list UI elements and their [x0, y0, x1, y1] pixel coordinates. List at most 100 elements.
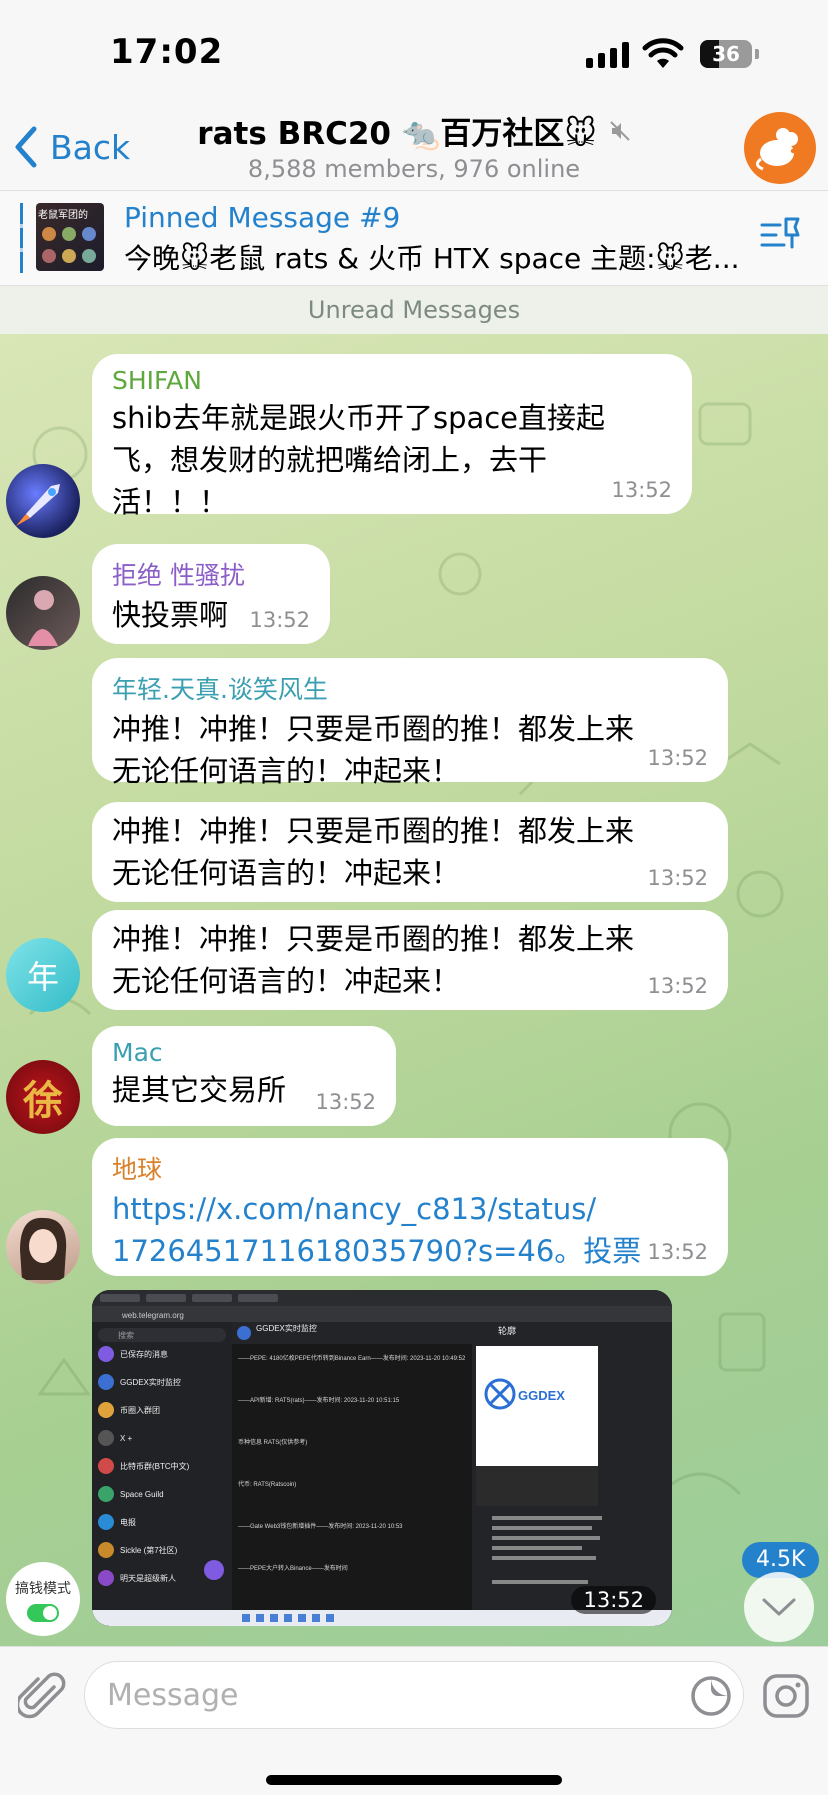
message-time: 13:52: [249, 608, 310, 632]
screenshot-chat-avatar: [98, 1374, 114, 1390]
browser-url: web.telegram.org: [121, 1311, 184, 1320]
screenshot-chat-name: 电报: [120, 1517, 136, 1527]
message-list[interactable]: SHIFAN shib去年就是跟火币开了space直接起 飞，想发财的就把嘴给闭上…: [0, 334, 828, 1646]
back-chevron-icon: [15, 126, 37, 168]
screenshot-message-line: ——PEPE: 4180亿枚PEPE代币转到Binance Earn——发布时间…: [238, 1354, 466, 1362]
photo-message[interactable]: web.telegram.org 搜索 已保存的消息 GGDEX实时监控 币圈入群团…: [92, 1290, 672, 1626]
screenshot-chat-name: 明天是超级新人: [120, 1573, 176, 1583]
screenshot-chat-avatar: [98, 1430, 114, 1446]
screenshot-message-line: ——Gate Web3钱包新增插件——发布时间: 2023-11-20 10:5…: [238, 1522, 403, 1530]
scroll-to-bottom-button[interactable]: [744, 1572, 814, 1642]
pinned-list-icon[interactable]: [758, 213, 802, 257]
screenshot-message-line: 代币: RATS(Ratscoin): [238, 1480, 296, 1488]
person-avatar-icon: [20, 1217, 67, 1280]
screenshot-chat-name: X +: [120, 1434, 133, 1443]
battery-icon: 36: [700, 40, 752, 68]
chat-header: Back rats BRC20 🐀百万社区🐭 8,588 members, 97…: [0, 104, 828, 190]
money-mode-switch[interactable]: [27, 1604, 59, 1622]
avatar-initial: 徐: [23, 1078, 63, 1124]
attach-icon[interactable]: [18, 1671, 66, 1723]
message-link[interactable]: https://x.com/nancy_c813/status/17264517…: [112, 1188, 708, 1272]
screenshot-chat-name: Space Guild: [120, 1490, 164, 1499]
pinned-thumb-text: 老鼠军团的: [38, 210, 88, 221]
message-time: 13:52: [647, 746, 708, 770]
pinned-text: 今晚🐭老鼠 rats & 火币 HTX space 主题:🐭老...: [124, 242, 740, 275]
sticker-icon[interactable]: [690, 1675, 732, 1717]
message-bubble[interactable]: Mac 提其它交易所 13:52: [92, 1026, 396, 1126]
pinned-indicator: [20, 203, 23, 273]
pinned-thumbnail: 老鼠军团的: [36, 203, 104, 271]
pinned-message-bar[interactable]: 老鼠军团的 Pinned Message #9 今晚🐭老鼠 rats & 火币 …: [0, 190, 828, 286]
message-bubble[interactable]: 拒绝 性骚扰 快投票啊 13:52: [92, 544, 330, 644]
chat-title: rats BRC20 🐀百万社区🐭: [197, 116, 597, 152]
sender-name: 拒绝 性骚扰: [112, 561, 245, 590]
avatar[interactable]: 徐: [6, 1060, 80, 1134]
screenshot-chat-avatar: [98, 1514, 114, 1530]
message-time: 13:52: [647, 974, 708, 998]
message-bubble[interactable]: 冲推！冲推！只要是币圈的推！都发上来 无论任何语言的！冲起来！ 13:52: [92, 802, 728, 902]
screenshot-chat-name: GGDEX实时监控: [120, 1377, 181, 1387]
person-avatar-icon: [28, 590, 58, 646]
screenshot-panel-title: 轮廓: [498, 1325, 516, 1336]
screenshot-chat-avatar: [98, 1570, 114, 1586]
screenshot-message-line: 币种信息 RATS(仅供参考): [238, 1438, 307, 1446]
battery-level: 36: [712, 42, 740, 66]
screenshot-chat-name: 币圈入群团: [120, 1405, 160, 1415]
screenshot-channel-title: GGDEX实时监控: [256, 1323, 317, 1333]
avatar[interactable]: [6, 464, 80, 538]
sender-name: 年轻.天真.谈笑风生: [112, 675, 328, 704]
message-bubble[interactable]: 冲推！冲推！只要是币圈的推！都发上来 无论任何语言的！冲起来！ 13:52: [92, 910, 728, 1010]
message-bubble[interactable]: 地球 https://x.com/nancy_c813/status/17264…: [92, 1138, 728, 1276]
ggdex-brand: GGDEX: [518, 1388, 565, 1403]
sender-name: 地球: [112, 1155, 163, 1184]
telegram-web-screenshot: web.telegram.org 搜索 已保存的消息 GGDEX实时监控币圈入群团…: [92, 1290, 672, 1626]
back-button[interactable]: Back: [14, 122, 130, 172]
message-time: 13:52: [647, 1240, 708, 1264]
message-time: 13:52: [315, 1090, 376, 1114]
chat-title-area[interactable]: rats BRC20 🐀百万社区🐭 8,588 members, 976 onl…: [160, 108, 668, 183]
screenshot-message-line: ——API新增: RATS(rats)——发布时间: 2023-11-20 10…: [238, 1396, 400, 1404]
sender-name: Mac: [112, 1038, 163, 1067]
screenshot-chat-avatar: [98, 1542, 114, 1558]
message-bubble[interactable]: SHIFAN shib去年就是跟火币开了space直接起 飞，想发财的就把嘴给闭上…: [92, 354, 692, 519]
screenshot-chat-name: Sickle (第7社区): [120, 1545, 178, 1555]
camera-icon[interactable]: [762, 1673, 810, 1719]
message-text: 冲推！冲推！只要是币圈的推！都发上来 无论任何语言的！冲起来！: [112, 814, 635, 890]
avatar[interactable]: [6, 1210, 80, 1284]
home-indicator: [266, 1775, 562, 1785]
screenshot-chat-avatar: [98, 1346, 114, 1362]
message-time: 13:52: [647, 866, 708, 890]
screenshot-chat-avatar: [98, 1486, 114, 1502]
screenshot-chat-name: 已保存的消息: [120, 1349, 168, 1359]
message-bubble[interactable]: 年轻.天真.谈笑风生 冲推！冲推！只要是币圈的推！都发上来 无论任何语言的！冲起来…: [92, 658, 728, 788]
rat-logo-icon: [756, 128, 798, 171]
message-input[interactable]: [84, 1661, 744, 1729]
group-avatar[interactable]: [744, 112, 816, 184]
avatar-initial: 年: [26, 958, 59, 996]
composer-bar: [0, 1646, 828, 1795]
status-bar: 17:02 36: [0, 0, 828, 104]
rocket-avatar-icon: [16, 484, 60, 526]
message-text: 冲推！冲推！只要是币圈的推！都发上来 无论任何语言的！冲起来！: [112, 712, 635, 788]
message-time: 13:52: [571, 1586, 656, 1614]
screenshot-chat-name: 比特币群(BTC中文): [120, 1461, 190, 1471]
pinned-label: Pinned Message #9: [124, 201, 401, 234]
screenshot-chat-avatar: [98, 1458, 114, 1474]
unread-divider: Unread Messages: [0, 286, 828, 334]
mute-icon: [609, 120, 630, 141]
chevron-down-icon: [762, 1598, 796, 1616]
cellular-signal-icon: [586, 42, 630, 68]
screenshot-chat-avatar: [98, 1402, 114, 1418]
money-mode-toggle[interactable]: 搞钱模式: [6, 1562, 80, 1636]
back-label: Back: [50, 127, 131, 167]
screenshot-message-line: ——PEPE大户转入Binance——发布时间: [238, 1564, 348, 1572]
message-text: shib去年就是跟火币开了space直接起 飞，想发财的就把嘴给闭上，去干 活！！！: [112, 401, 606, 519]
status-time: 17:02: [110, 32, 224, 72]
battery-cap: [755, 49, 759, 59]
message-time: 13:52: [611, 478, 672, 502]
message-text: 冲推！冲推！只要是币圈的推！都发上来 无论任何语言的！冲起来！: [112, 922, 635, 998]
wifi-icon: [642, 38, 684, 68]
avatar[interactable]: [6, 576, 80, 650]
avatar[interactable]: 年: [6, 938, 80, 1012]
screenshot-search: 搜索: [118, 1330, 134, 1340]
